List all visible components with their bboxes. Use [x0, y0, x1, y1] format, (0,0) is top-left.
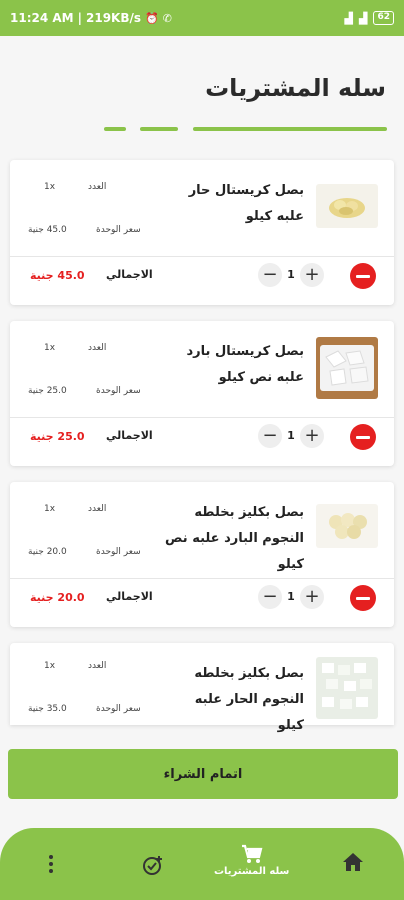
qty-label: العدد	[88, 661, 107, 671]
product-image	[316, 504, 378, 548]
decrease-qty-button[interactable]: −	[258, 263, 282, 287]
card-divider	[10, 256, 394, 257]
checkout-button[interactable]: اتمام الشراء	[8, 749, 398, 799]
status-right: ▟ ▟ 62	[345, 11, 394, 25]
whatsapp-icon: ✆	[162, 11, 172, 25]
increase-qty-button[interactable]: +	[300, 263, 324, 287]
status-bar: 11:24 AM | 219KB/s ⏰ ✆ ▟ ▟ 62	[0, 0, 404, 36]
unit-price-value: 35.0 جنية	[28, 704, 67, 714]
remove-item-button[interactable]	[350, 424, 376, 450]
increase-qty-button[interactable]: +	[300, 424, 324, 448]
product-image	[316, 657, 378, 719]
total-price: 45.0 جنية	[30, 269, 85, 282]
qty-label: العدد	[88, 504, 107, 514]
signal-icon: ▟	[344, 11, 353, 25]
nav-add-task[interactable]	[142, 854, 164, 876]
minus-icon	[356, 274, 370, 278]
product-name: بصل كريستال حار علبه كيلو	[188, 183, 304, 224]
unit-price-value: 20.0 جنية	[28, 547, 67, 557]
title-underline	[193, 127, 387, 131]
card-divider	[10, 578, 394, 579]
total-price: 20.0 جنية	[30, 591, 85, 604]
remove-item-button[interactable]	[350, 263, 376, 289]
battery-indicator: 62	[373, 11, 394, 25]
decrease-qty-button[interactable]: −	[258, 424, 282, 448]
qty-value: 1x	[44, 661, 56, 671]
alarm-icon: ⏰	[145, 11, 159, 25]
cart-item-card: بصل بكليز بخلطه النجوم الحار علبه كيلو 1…	[10, 643, 394, 733]
nav-cart-label: سله المشتريات	[214, 866, 290, 877]
product-name: بصل بكليز بخلطه النجوم البارد علبه نص كي…	[165, 505, 304, 572]
title-underline-dash	[140, 127, 178, 131]
quantity-value: 1	[287, 429, 295, 442]
unit-price-label: سعر الوحدة	[96, 225, 141, 235]
card-divider	[10, 417, 394, 418]
status-left: 11:24 AM | 219KB/s ⏰ ✆	[10, 11, 172, 25]
unit-price-label: سعر الوحدة	[96, 704, 141, 714]
more-icon	[49, 855, 53, 873]
unit-price-value: 25.0 جنية	[28, 386, 67, 396]
total-label: الاجمالي	[106, 429, 153, 442]
add-task-icon	[143, 856, 162, 875]
total-label: الاجمالي	[106, 590, 153, 603]
product-name: بصل كريستال بارد علبه نص كيلو	[186, 344, 305, 385]
status-separator: |	[77, 11, 82, 25]
signal-icon-2: ▟	[359, 11, 368, 25]
page-title: سله المشتريات	[205, 74, 386, 102]
qty-value: 1x	[44, 343, 56, 353]
product-image	[316, 184, 378, 228]
decrease-qty-button[interactable]: −	[258, 585, 282, 609]
minus-icon	[356, 596, 370, 600]
remove-item-button[interactable]	[350, 585, 376, 611]
total-label: الاجمالي	[106, 268, 153, 281]
cart-icon	[241, 844, 263, 863]
status-time: 11:24 AM	[10, 11, 74, 25]
bottom-nav: سله المشتريات	[0, 828, 404, 900]
nav-home[interactable]	[342, 852, 364, 872]
qty-label: العدد	[88, 182, 107, 192]
nav-cart[interactable]: سله المشتريات	[214, 844, 289, 877]
unit-price-value: 45.0 جنية	[28, 225, 67, 235]
nav-more[interactable]	[46, 854, 56, 874]
home-icon	[343, 853, 363, 871]
qty-label: العدد	[88, 343, 107, 353]
cart-item-card: بصل كريستال بارد علبه نص كيلو 1x العدد 2…	[10, 321, 394, 466]
cart-item-card: بصل كريستال حار علبه كيلو 1x العدد 45.0 …	[10, 160, 394, 305]
qty-value: 1x	[44, 182, 56, 192]
total-price: 25.0 جنية	[30, 430, 85, 443]
product-image	[316, 337, 378, 399]
increase-qty-button[interactable]: +	[300, 585, 324, 609]
quantity-value: 1	[287, 590, 295, 603]
unit-price-label: سعر الوحدة	[96, 386, 141, 396]
product-name: بصل بكليز بخلطه النجوم الحار علبه كيلو	[194, 666, 304, 733]
unit-price-label: سعر الوحدة	[96, 547, 141, 557]
status-net-speed: 219KB/s	[86, 11, 142, 25]
cart-item-card: بصل بكليز بخلطه النجوم البارد علبه نص كي…	[10, 482, 394, 627]
minus-icon	[356, 435, 370, 439]
qty-value: 1x	[44, 504, 56, 514]
quantity-value: 1	[287, 268, 295, 281]
title-underline-dash	[104, 127, 126, 131]
